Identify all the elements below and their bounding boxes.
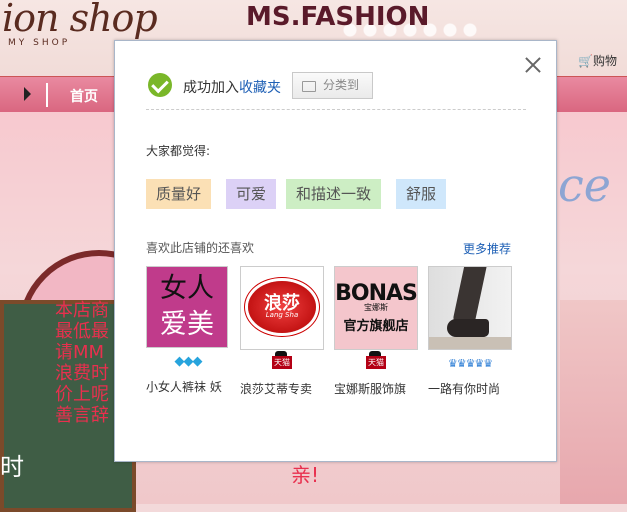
nav-item-home[interactable]: 首页 <box>70 86 98 106</box>
tag-quality: 质量好 <box>146 179 212 209</box>
success-message: 成功加入收藏夹 <box>183 80 281 96</box>
cart-link[interactable]: 🛒购物 <box>578 52 617 69</box>
tmall-icon: 天猫 <box>366 351 386 369</box>
product-name[interactable]: 浪莎艾蒂专卖 <box>240 380 332 397</box>
cart-icon: 🛒 <box>578 54 593 68</box>
shop-logo[interactable]: ion shop <box>2 0 158 40</box>
tag-comfortable: 舒服 <box>396 179 447 209</box>
folder-icon <box>302 81 316 92</box>
classify-button[interactable]: 分类到 <box>292 72 373 99</box>
product-image[interactable]: BONAS 宝娜斯 官方旗舰店 <box>334 266 418 350</box>
seller-rating-badge: ♛♛♛♛♛ <box>428 356 512 376</box>
tag-cute: 可爱 <box>226 179 277 209</box>
favorite-added-dialog: 成功加入收藏夹 分类到 大家都觉得: 质量好 可爱 和描述一致 舒服 喜欢此店铺… <box>114 40 557 462</box>
feel-title: 大家都觉得: <box>146 144 211 158</box>
product-card: 女人 爱美 ◆◆◆ 小女人裤袜 妖 <box>146 266 230 395</box>
more-recommendations-link[interactable]: 更多推荐 <box>463 240 511 257</box>
tmall-badge: 天猫 <box>334 351 418 376</box>
product-image[interactable] <box>428 266 512 350</box>
product-name[interactable]: 宝娜斯服饰旗 <box>334 380 426 397</box>
success-check-icon <box>148 73 172 97</box>
product-name[interactable]: 一路有你时尚 <box>428 380 520 397</box>
close-icon[interactable] <box>523 55 543 75</box>
product-card: BONAS 宝娜斯 官方旗舰店 天猫 宝娜斯服饰旗 <box>334 266 418 397</box>
crown-icon: ♛♛♛♛♛ <box>447 357 493 370</box>
product-name[interactable]: 小女人裤袜 妖 <box>146 378 238 395</box>
right-decoration <box>560 300 627 504</box>
nav-arrow-icon[interactable] <box>24 87 31 101</box>
diamond-icon: ◆◆◆ <box>174 354 203 369</box>
product-card: 浪莎 Lang Sha 天猫 浪莎艾蒂专卖 <box>240 266 324 397</box>
tmall-badge: 天猫 <box>240 351 324 376</box>
favorites-link[interactable]: 收藏夹 <box>239 80 281 96</box>
tmall-icon: 天猫 <box>272 351 292 369</box>
product-image[interactable]: 女人 爱美 <box>146 266 228 348</box>
product-image[interactable]: 浪莎 Lang Sha <box>240 266 324 350</box>
also-like-title: 喜欢此店铺的还喜欢 <box>146 241 255 255</box>
chalkboard-bottom-text: 时 <box>0 453 24 481</box>
banner-text: ce <box>558 158 611 212</box>
seller-rating-badge: ◆◆◆ <box>146 354 230 374</box>
nav-divider <box>46 83 48 107</box>
product-card: ♛♛♛♛♛ 一路有你时尚 <box>428 266 512 397</box>
banner-bottom-text: 亲! <box>291 463 320 487</box>
brand-title: MS.FASHION <box>246 2 430 32</box>
tag-as-described: 和描述一致 <box>286 179 382 209</box>
shop-logo-subtitle: MY SHOP <box>8 38 71 48</box>
divider <box>146 109 526 110</box>
